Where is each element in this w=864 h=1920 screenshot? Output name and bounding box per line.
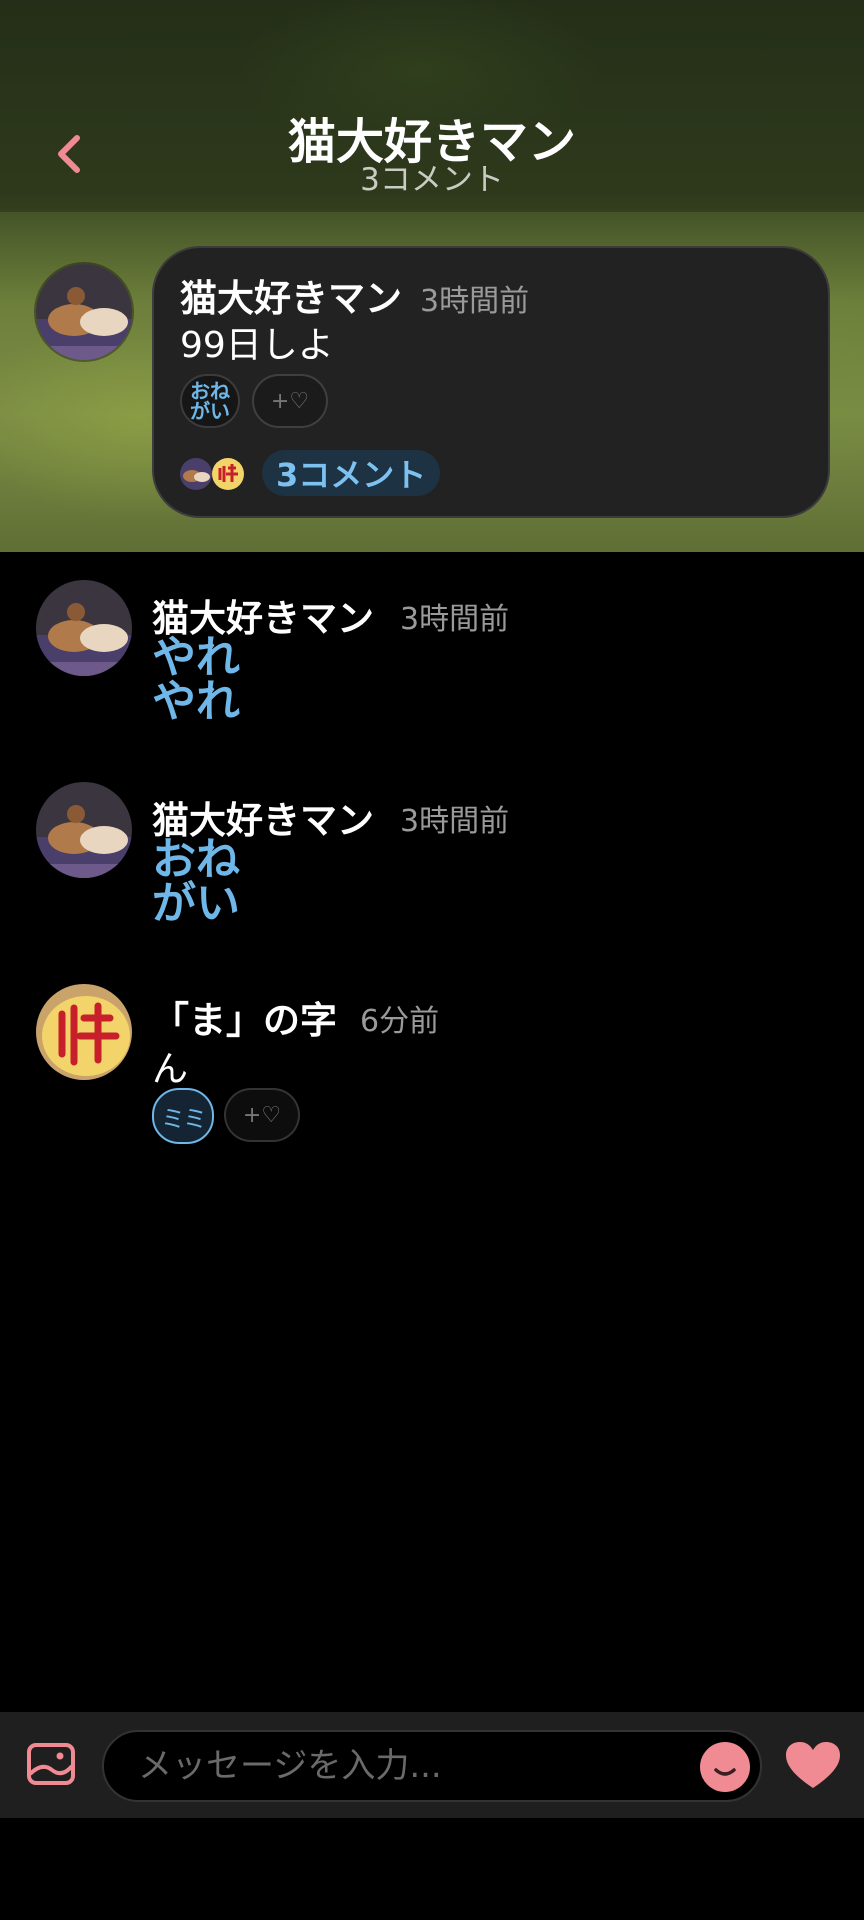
reaction-chip[interactable]: ミミ [152,1088,214,1144]
page-subtitle: 3コメント [360,162,504,198]
message-input[interactable] [138,1732,678,1800]
heart-plus-icon: +♡ [270,388,310,414]
commenter-avatar [212,458,244,490]
heart-plus-icon: +♡ [242,1102,282,1128]
message-field[interactable] [102,1730,762,1802]
add-reaction-button[interactable]: +♡ [224,1088,300,1142]
post-card[interactable]: 猫大好きマン 3時間前 99日しよ おね がい +♡ 3コメント [152,246,830,518]
cat-photo-icon [36,580,132,676]
avatar[interactable] [34,578,134,678]
comment-text: ん [152,1049,189,1090]
comment-time: 6分前 [360,1004,440,1039]
commenter-avatar [180,458,212,490]
post-author[interactable]: 猫大好きマン [180,268,402,322]
comment-sticker-text: やれ やれ [152,632,240,727]
comment-count-button[interactable]: 3コメント [262,450,441,496]
cat-photo-icon [36,264,132,360]
comment-sticker-text: おね がい [152,834,240,929]
smile-icon [714,1768,736,1776]
avatar[interactable] [34,780,134,880]
comment-time: 3時間前 [400,602,510,637]
post-time: 3時間前 [420,284,530,319]
add-reaction-button[interactable]: +♡ [252,374,328,428]
emoji-button[interactable] [700,1742,750,1792]
avatar[interactable] [34,262,134,362]
comment-author[interactable]: 「ま」の字 [152,990,337,1044]
cat-photo-icon [36,782,132,878]
like-button[interactable] [784,1740,842,1792]
post-body: 99日しよ [180,325,334,366]
comment-time: 3時間前 [400,804,510,839]
reaction-label: ミミ [161,1104,207,1133]
heart-icon [786,1742,840,1788]
omelette-photo-icon [36,984,132,1080]
reaction-label: おね がい [190,379,230,423]
image-icon [27,1743,75,1785]
avatar[interactable] [34,982,134,1082]
image-button[interactable] [26,1742,76,1786]
reaction-chip[interactable]: おね がい [180,374,240,428]
